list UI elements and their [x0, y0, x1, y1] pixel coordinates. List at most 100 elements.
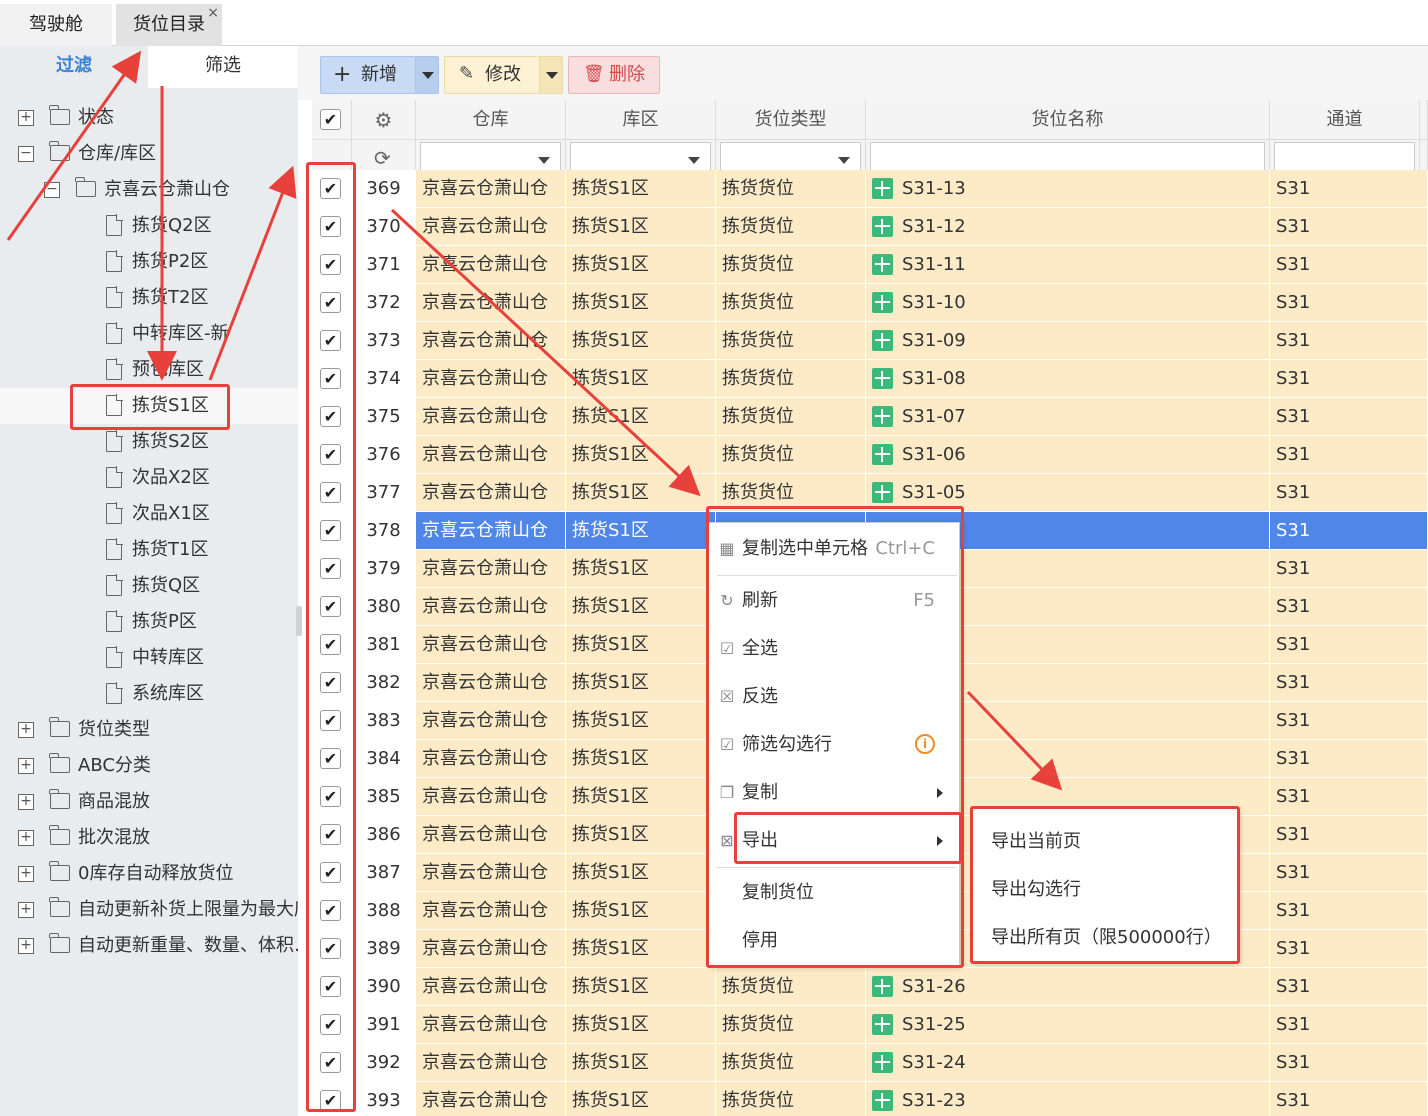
cell-channel[interactable]: S31: [1270, 1082, 1428, 1116]
collapse-icon[interactable]: −: [18, 146, 34, 162]
cell-channel[interactable]: S31: [1270, 322, 1428, 359]
expand-icon[interactable]: +: [18, 830, 34, 846]
cell-slot-type[interactable]: 拣货货位: [716, 208, 866, 245]
tree-item[interactable]: 预包库区: [0, 352, 298, 388]
cell-warehouse[interactable]: 京喜云仓萧山仓: [416, 398, 566, 435]
cell-zone[interactable]: 拣货S1区: [566, 284, 716, 321]
cell-channel[interactable]: S31: [1270, 816, 1428, 853]
gear-icon[interactable]: ⚙: [352, 100, 416, 140]
expand-icon[interactable]: +: [18, 110, 34, 126]
cell-zone[interactable]: 拣货S1区: [566, 664, 716, 701]
tree-item[interactable]: 次品X1区: [0, 496, 298, 532]
tree-item[interactable]: 拣货Q2区: [0, 208, 298, 244]
close-icon[interactable]: ×: [207, 0, 219, 34]
cell-warehouse[interactable]: 京喜云仓萧山仓: [416, 930, 566, 967]
cell-channel[interactable]: S31: [1270, 208, 1428, 245]
column-header-zone[interactable]: 库区: [566, 100, 716, 140]
cell-slot-type[interactable]: 拣货货位: [716, 1044, 866, 1081]
cell-zone[interactable]: 拣货S1区: [566, 246, 716, 283]
cell-zone[interactable]: 拣货S1区: [566, 322, 716, 359]
tree-item[interactable]: 拣货Q区: [0, 568, 298, 604]
cell-warehouse[interactable]: 京喜云仓萧山仓: [416, 550, 566, 587]
cell-zone[interactable]: 拣货S1区: [566, 1044, 716, 1081]
tab-slot-catalog[interactable]: 货位目录 ×: [116, 4, 222, 46]
cell-zone[interactable]: 拣货S1区: [566, 1006, 716, 1043]
edit-dropdown-button[interactable]: [539, 56, 563, 94]
cell-warehouse[interactable]: 京喜云仓萧山仓: [416, 968, 566, 1005]
cell-channel[interactable]: S31: [1270, 436, 1428, 473]
cell-channel[interactable]: S31: [1270, 930, 1428, 967]
expand-icon[interactable]: +: [18, 794, 34, 810]
cell-warehouse[interactable]: 京喜云仓萧山仓: [416, 436, 566, 473]
tab-cockpit[interactable]: 驾驶舱: [0, 4, 112, 46]
cell-slot-type[interactable]: 拣货货位: [716, 246, 866, 283]
cell-slot-type[interactable]: 拣货货位: [716, 968, 866, 1005]
tree-item[interactable]: 拣货T2区: [0, 280, 298, 316]
cell-zone[interactable]: 拣货S1区: [566, 930, 716, 967]
cell-channel[interactable]: S31: [1270, 626, 1428, 663]
cell-slot-name[interactable]: S31-06: [866, 436, 1270, 473]
cell-channel[interactable]: S31: [1270, 360, 1428, 397]
cell-slot-name[interactable]: S31-10: [866, 284, 1270, 321]
cell-slot-type[interactable]: 拣货货位: [716, 436, 866, 473]
cell-warehouse[interactable]: 京喜云仓萧山仓: [416, 322, 566, 359]
delete-button[interactable]: 🗑 删除: [568, 56, 660, 94]
cell-channel[interactable]: S31: [1270, 778, 1428, 815]
cell-slot-type[interactable]: 拣货货位: [716, 322, 866, 359]
cell-zone[interactable]: 拣货S1区: [566, 1082, 716, 1116]
tree-item[interactable]: + 自动更新重量、数量、体积…: [0, 928, 298, 964]
expand-icon[interactable]: +: [18, 938, 34, 954]
table-row[interactable]: ✔ 390 京喜云仓萧山仓 拣货S1区 拣货货位 S31-26 S31: [312, 968, 1428, 1006]
cell-channel[interactable]: S31: [1270, 1006, 1428, 1043]
cell-zone[interactable]: 拣货S1区: [566, 968, 716, 1005]
cell-zone[interactable]: 拣货S1区: [566, 170, 716, 207]
cell-warehouse[interactable]: 京喜云仓萧山仓: [416, 626, 566, 663]
cell-warehouse[interactable]: 京喜云仓萧山仓: [416, 664, 566, 701]
checkbox-icon[interactable]: ✔: [320, 109, 341, 130]
cell-zone[interactable]: 拣货S1区: [566, 436, 716, 473]
cell-channel[interactable]: S31: [1270, 246, 1428, 283]
cell-slot-type[interactable]: 拣货货位: [716, 360, 866, 397]
table-row[interactable]: ✔ 371 京喜云仓萧山仓 拣货S1区 拣货货位 S31-11 S31: [312, 246, 1428, 284]
tree-item[interactable]: + 批次混放: [0, 820, 298, 856]
tab-screen[interactable]: 筛选: [148, 46, 298, 88]
cell-warehouse[interactable]: 京喜云仓萧山仓: [416, 246, 566, 283]
expand-icon[interactable]: +: [18, 758, 34, 774]
cell-warehouse[interactable]: 京喜云仓萧山仓: [416, 588, 566, 625]
cell-warehouse[interactable]: 京喜云仓萧山仓: [416, 208, 566, 245]
add-button[interactable]: + 新增: [320, 56, 416, 94]
cell-channel[interactable]: S31: [1270, 892, 1428, 929]
cell-zone[interactable]: 拣货S1区: [566, 816, 716, 853]
table-row[interactable]: ✔ 374 京喜云仓萧山仓 拣货S1区 拣货货位 S31-08 S31: [312, 360, 1428, 398]
table-row[interactable]: ✔ 391 京喜云仓萧山仓 拣货S1区 拣货货位 S31-25 S31: [312, 1006, 1428, 1044]
cell-zone[interactable]: 拣货S1区: [566, 398, 716, 435]
table-row[interactable]: ✔ 393 京喜云仓萧山仓 拣货S1区 拣货货位 S31-23 S31: [312, 1082, 1428, 1116]
cell-zone[interactable]: 拣货S1区: [566, 702, 716, 739]
column-header-channel[interactable]: 通道: [1270, 100, 1420, 140]
cell-slot-name[interactable]: S31-09: [866, 322, 1270, 359]
tree-item[interactable]: 中转库区: [0, 640, 298, 676]
cell-slot-type[interactable]: 拣货货位: [716, 284, 866, 321]
expand-icon[interactable]: +: [18, 866, 34, 882]
expand-icon[interactable]: +: [18, 722, 34, 738]
cell-slot-name[interactable]: S31-07: [866, 398, 1270, 435]
add-dropdown-button[interactable]: [415, 56, 439, 94]
cell-zone[interactable]: 拣货S1区: [566, 740, 716, 777]
cell-zone[interactable]: 拣货S1区: [566, 550, 716, 587]
expand-icon[interactable]: +: [18, 902, 34, 918]
table-row[interactable]: ✔ 376 京喜云仓萧山仓 拣货S1区 拣货货位 S31-06 S31: [312, 436, 1428, 474]
cell-warehouse[interactable]: 京喜云仓萧山仓: [416, 816, 566, 853]
table-row[interactable]: ✔ 370 京喜云仓萧山仓 拣货S1区 拣货货位 S31-12 S31: [312, 208, 1428, 246]
cell-channel[interactable]: S31: [1270, 740, 1428, 777]
tree-item[interactable]: + 状态: [0, 100, 298, 136]
collapse-handle[interactable]: [296, 606, 302, 636]
cell-channel[interactable]: S31: [1270, 854, 1428, 891]
cell-slot-name[interactable]: S31-24: [866, 1044, 1270, 1081]
cell-warehouse[interactable]: 京喜云仓萧山仓: [416, 474, 566, 511]
table-row[interactable]: ✔ 392 京喜云仓萧山仓 拣货S1区 拣货货位 S31-24 S31: [312, 1044, 1428, 1082]
cell-warehouse[interactable]: 京喜云仓萧山仓: [416, 1044, 566, 1081]
cell-slot-name[interactable]: S31-11: [866, 246, 1270, 283]
cell-channel[interactable]: S31: [1270, 512, 1428, 549]
cell-channel[interactable]: S31: [1270, 588, 1428, 625]
cell-zone[interactable]: 拣货S1区: [566, 854, 716, 891]
